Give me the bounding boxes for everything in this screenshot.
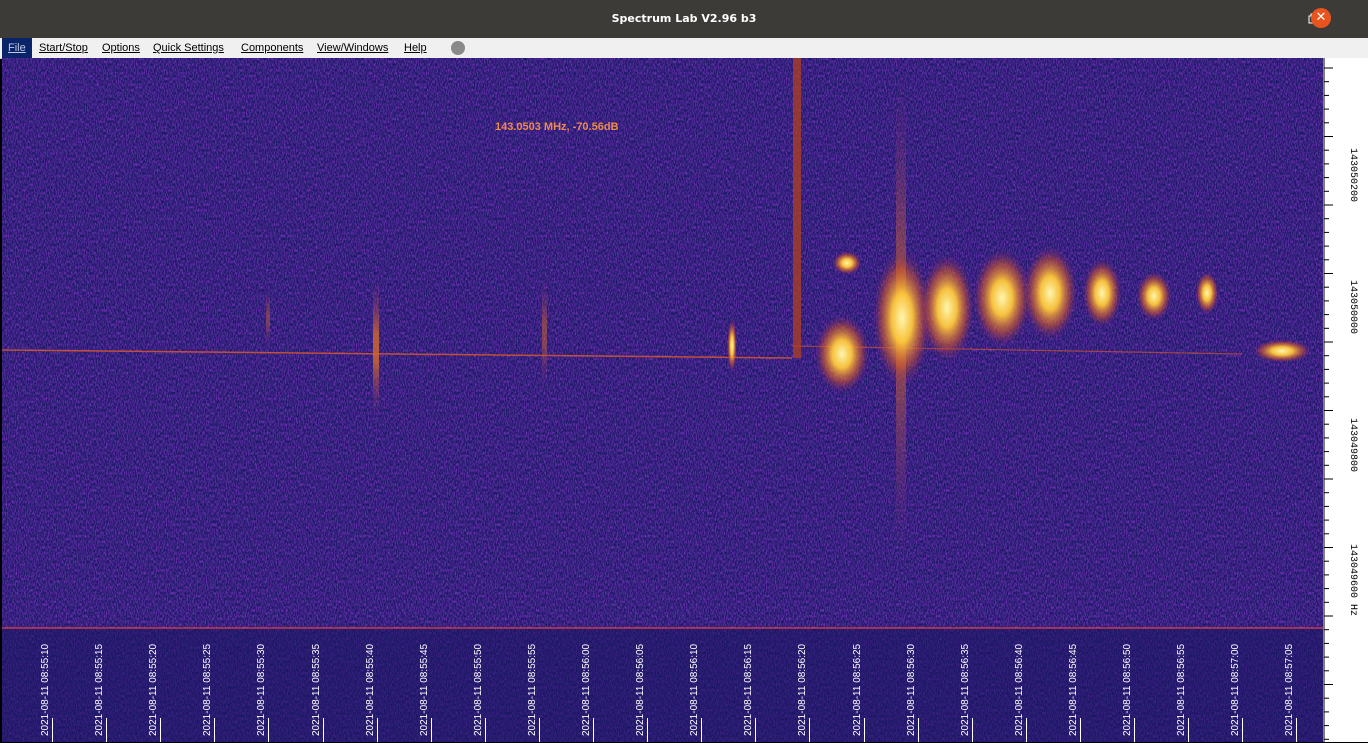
time-label: 2021-08-11 08:55:10: [40, 643, 51, 736]
signal-blob: [1082, 258, 1122, 328]
axis-ticks: [1324, 67, 1333, 740]
streak: [542, 278, 547, 388]
freq-label: 143050000: [1347, 280, 1358, 334]
menu-bar: File Start/Stop Options Quick Settings C…: [0, 38, 1368, 59]
time-label: 2021-08-11 08:55:25: [202, 643, 214, 736]
time-tick: [376, 718, 378, 742]
time-label: 2021-08-11 08:55:45: [418, 643, 430, 736]
close-icon[interactable]: ✕: [1311, 8, 1331, 28]
signal-blob: [919, 253, 975, 363]
time-label: 2021-08-11 08:56:30: [905, 643, 917, 736]
time-label: 2021-08-11 08:57:05: [1284, 643, 1296, 736]
signal-blob: [1022, 245, 1078, 341]
time-tick: [971, 718, 973, 742]
time-tick: [863, 718, 865, 742]
time-tick: [755, 718, 757, 742]
signal-blob: [832, 251, 862, 275]
time-label: 2021-08-11 08:56:00: [581, 643, 592, 736]
time-label: 2021-08-11 08:56:20: [797, 643, 809, 736]
title-bar: Spectrum Lab V2.96 b3 ✕: [0, 0, 1368, 38]
time-tick: [268, 718, 270, 742]
time-label: 2021-08-11 08:56:50: [1122, 643, 1133, 736]
time-tick: [160, 718, 162, 742]
time-tick: [1025, 718, 1027, 742]
frequency-axis: 143050200 143050000 143049800 143049600 …: [1323, 58, 1368, 742]
signal-blob: [1195, 271, 1219, 315]
time-label: 2021-08-11 08:55:15: [94, 643, 106, 736]
freq-label: 143050200: [1347, 148, 1358, 202]
time-label: 2021-08-11 08:56:05: [635, 643, 647, 736]
time-tick: [52, 718, 53, 742]
signal-blob: [1252, 339, 1312, 363]
time-label: 2021-08-11 08:56:10: [689, 643, 701, 736]
menu-view-windows[interactable]: View/Windows: [317, 38, 388, 58]
time-label: 2021-08-11 08:55:40: [364, 643, 376, 736]
time-tick: [538, 718, 540, 742]
menu-file[interactable]: File: [2, 38, 32, 58]
streak: [373, 278, 379, 418]
time-label: 2021-08-11 08:55:30: [256, 643, 268, 736]
time-label: 2021-08-11 08:56:45: [1067, 643, 1079, 736]
time-label: 2021-08-11 08:55:50: [472, 643, 484, 736]
cursor-readout: 143.0503 MHz, -70.56dB: [495, 121, 619, 133]
time-tick: [1242, 718, 1244, 742]
time-axis: 2021-08-11 08:55:10 2021-08-11 08:55:15 20…: [2, 628, 1323, 742]
time-tick: [701, 718, 703, 742]
window-title: Spectrum Lab V2.96 b3: [611, 12, 757, 25]
streak: [266, 288, 270, 348]
streak: [793, 58, 801, 358]
time-tick: [106, 718, 108, 742]
time-label: 2021-08-11 08:56:40: [1013, 643, 1025, 736]
signal-blob: [814, 314, 870, 394]
time-tick: [917, 718, 919, 742]
menu-quick-settings[interactable]: Quick Settings: [153, 38, 224, 58]
time-label: 2021-08-11 08:56:35: [959, 643, 971, 736]
time-label: 2021-08-11 08:56:25: [851, 643, 863, 736]
time-label: 2021-08-11 08:57:00: [1230, 643, 1242, 736]
time-tick: [322, 718, 324, 742]
menu-components[interactable]: Components: [241, 38, 303, 58]
status-indicator-icon[interactable]: [451, 41, 465, 55]
time-tick: [1134, 718, 1135, 742]
time-tick: [593, 718, 594, 742]
time-label: 2021-08-11 08:55:20: [148, 643, 160, 736]
menu-start-stop[interactable]: Start/Stop: [39, 38, 88, 58]
time-tick: [484, 718, 486, 742]
time-tick: [809, 718, 811, 742]
time-label: 2021-08-11 08:55:55: [526, 643, 538, 736]
time-tick: [1296, 718, 1298, 742]
time-tick: [647, 718, 649, 742]
time-tick: [1188, 718, 1190, 742]
menu-options[interactable]: Options: [102, 38, 140, 58]
signal-blob: [1136, 271, 1172, 321]
time-tick: [214, 718, 216, 742]
time-tick: [1079, 718, 1081, 742]
streak: [727, 318, 737, 373]
time-label: 2021-08-11 08:56:55: [1176, 643, 1188, 736]
freq-label: 143049600 Hz: [1347, 544, 1358, 616]
time-label: 2021-08-11 08:55:35: [310, 643, 322, 736]
time-tick: [430, 718, 432, 742]
freq-label: 143049800: [1347, 418, 1358, 472]
time-label: 2021-08-11 08:56:15: [743, 643, 755, 736]
menu-help[interactable]: Help: [404, 38, 427, 58]
